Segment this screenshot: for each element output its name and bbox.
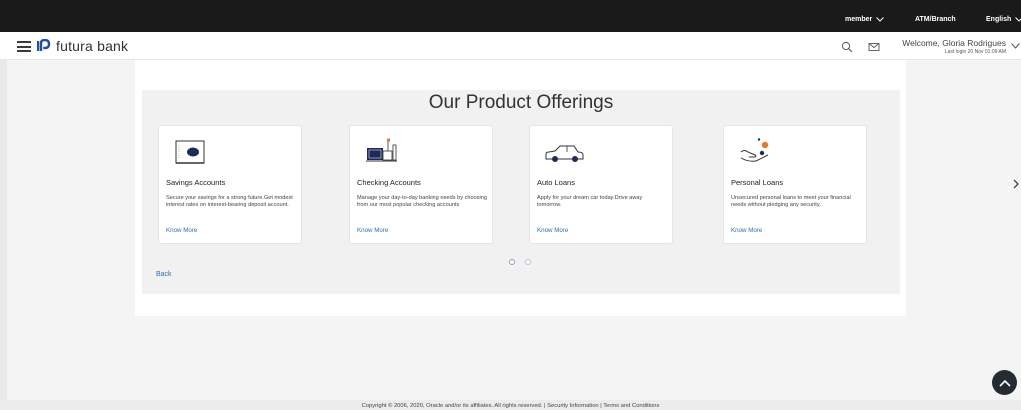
language-label: English bbox=[986, 16, 1012, 23]
card-description: Manage your day-to-day banking needs by … bbox=[357, 195, 487, 209]
futura-logo-icon bbox=[37, 39, 51, 51]
car-icon bbox=[545, 145, 584, 162]
brand-logo[interactable]: futura bank bbox=[37, 38, 128, 54]
user-welcome[interactable]: Welcome, Gloria Rodrigues Last login 20 … bbox=[893, 38, 1006, 55]
card-title: Savings Accounts bbox=[166, 178, 226, 187]
scroll-to-top-button[interactable] bbox=[992, 370, 1017, 395]
card-description: Unsecured personal loans to meet your fi… bbox=[731, 195, 851, 209]
member-menu[interactable]: member bbox=[845, 16, 885, 23]
footer: Copyright © 2006, 2020, Oracle and/or it… bbox=[0, 400, 1021, 410]
page-title: Our Product Offerings bbox=[428, 92, 614, 113]
know-more-link[interactable]: Know More bbox=[731, 227, 762, 234]
atm-branch-link[interactable]: ATM/Branch bbox=[915, 16, 956, 23]
left-rail bbox=[0, 60, 7, 400]
product-card-checking[interactable]: Checking Accounts Manage your day-to-day… bbox=[349, 125, 493, 244]
carousel-dot-1[interactable] bbox=[509, 259, 515, 265]
card-title: Auto Loans bbox=[537, 178, 575, 187]
card-title: Personal Loans bbox=[731, 178, 784, 187]
last-login-text: Last login 20 Nov 01:09 AM bbox=[944, 49, 1006, 55]
product-card-auto[interactable]: Auto Loans Apply for your dream car toda… bbox=[529, 125, 673, 244]
chevron-down-icon[interactable] bbox=[1011, 43, 1020, 49]
mail-icon[interactable] bbox=[868, 41, 880, 53]
know-more-link[interactable]: Know More bbox=[166, 227, 197, 234]
card-title: Checking Accounts bbox=[357, 178, 421, 187]
hand-coin-icon bbox=[740, 138, 769, 162]
language-menu[interactable]: English bbox=[986, 16, 1021, 23]
footer-text: Copyright © 2006, 2020, Oracle and/or it… bbox=[361, 403, 660, 409]
checkbook-icon bbox=[366, 138, 397, 162]
know-more-link[interactable]: Know More bbox=[357, 227, 388, 234]
know-more-link[interactable]: Know More bbox=[537, 227, 568, 234]
card-description: Apply for your dream car today.Drive awa… bbox=[537, 195, 643, 209]
carousel-dot-2[interactable] bbox=[525, 259, 531, 265]
search-icon[interactable] bbox=[841, 41, 853, 53]
hamburger-menu-icon[interactable] bbox=[17, 41, 31, 52]
atm-branch-label: ATM/Branch bbox=[915, 16, 956, 23]
back-link[interactable]: Back bbox=[156, 271, 172, 278]
chevron-down-icon bbox=[876, 17, 885, 22]
brand-name: futura bank bbox=[56, 38, 129, 54]
product-card-savings[interactable]: Savings Accounts Secure your savings for… bbox=[158, 125, 302, 244]
chevron-down-icon bbox=[1015, 17, 1021, 22]
card-description: Secure your savings for a strong future.… bbox=[166, 195, 293, 209]
product-card-personal[interactable]: Personal Loans Unsecured personal loans … bbox=[723, 125, 867, 244]
chevron-up-icon bbox=[998, 379, 1011, 387]
top-bar: member ATM/Branch English bbox=[0, 0, 1021, 32]
chevron-right-icon[interactable] bbox=[1012, 179, 1020, 189]
welcome-text: Welcome, Gloria Rodrigues bbox=[902, 38, 1006, 48]
header: futura bank Welcome, Gloria Rodrigues La… bbox=[0, 32, 1021, 60]
safe-icon bbox=[175, 140, 205, 164]
member-label: member bbox=[845, 16, 873, 23]
